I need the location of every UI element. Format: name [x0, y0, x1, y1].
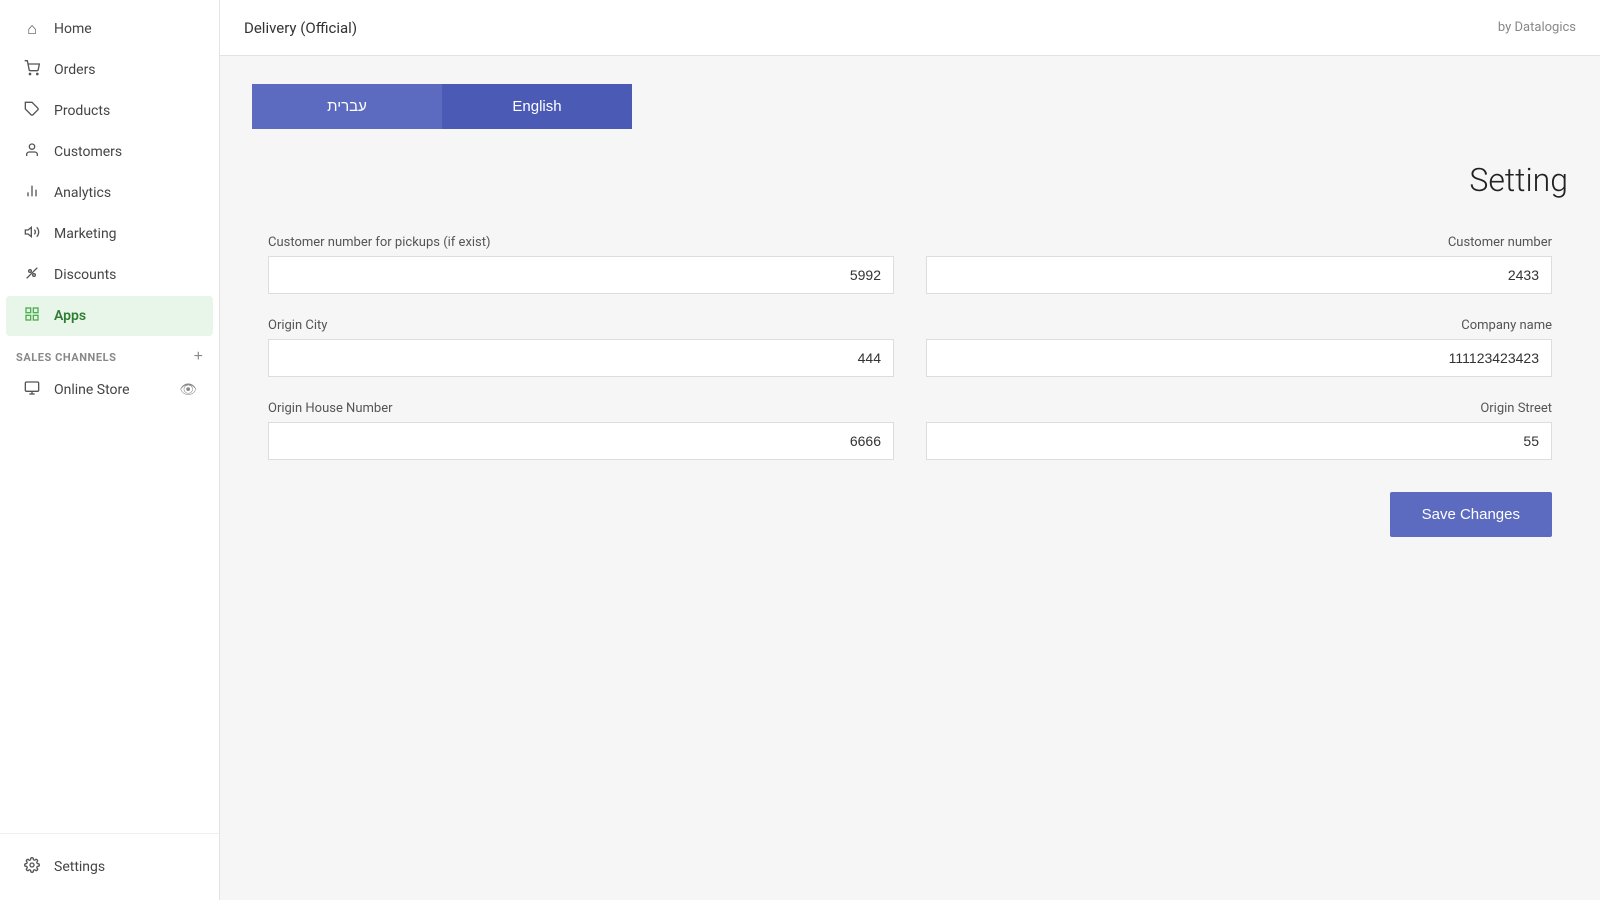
sidebar-item-label: Apps [54, 308, 86, 324]
sidebar-item-label: Customers [54, 144, 122, 160]
sidebar-item-marketing[interactable]: Marketing [6, 214, 213, 254]
sidebar-item-customers[interactable]: Customers [6, 132, 213, 172]
sidebar-item-apps[interactable]: Apps [6, 296, 213, 336]
label-customer-number: Customer number [926, 235, 1552, 250]
label-origin-street: Origin Street [926, 401, 1552, 416]
form-group-origin-house-number: Origin House Number [252, 389, 910, 472]
products-icon [22, 101, 42, 121]
form-group-customer-number: Customer number [910, 223, 1568, 306]
label-customer-number-pickups: Customer number for pickups (if exist) [268, 235, 894, 250]
form-group-customer-number-pickups: Customer number for pickups (if exist) [252, 223, 910, 306]
sidebar-item-settings[interactable]: Settings [6, 847, 213, 887]
hebrew-lang-button[interactable]: עברית [252, 84, 442, 129]
apps-icon [22, 306, 42, 326]
form-group-origin-street: Origin Street [910, 389, 1568, 472]
form-group-origin-city: Origin City [252, 306, 910, 389]
sales-channels-label: SALES CHANNELS [16, 351, 116, 364]
sidebar-item-label: Marketing [54, 226, 117, 242]
online-store-visibility-icon[interactable]: 👁 [179, 382, 197, 398]
sidebar-item-label: Home [54, 21, 92, 37]
sidebar-item-label: Analytics [54, 185, 111, 201]
add-sales-channel-button[interactable]: + [194, 349, 203, 365]
analytics-icon [22, 183, 42, 203]
home-icon: ⌂ [22, 19, 42, 39]
sidebar-item-analytics[interactable]: Analytics [6, 173, 213, 213]
sidebar-item-label: Products [54, 103, 110, 119]
customers-icon [22, 142, 42, 162]
label-origin-house-number: Origin House Number [268, 401, 894, 416]
sidebar-item-label: Orders [54, 62, 96, 78]
sidebar-item-label: Settings [54, 859, 105, 875]
setting-heading: Setting [252, 161, 1568, 199]
save-button-row: Save Changes [252, 472, 1568, 537]
page-subtitle: by Datalogics [1498, 20, 1576, 35]
form-group-company-name: Company name [910, 306, 1568, 389]
save-changes-button[interactable]: Save Changes [1390, 492, 1552, 537]
sidebar-item-home[interactable]: ⌂ Home [6, 9, 213, 49]
english-lang-button[interactable]: English [442, 84, 632, 129]
input-origin-city[interactable] [268, 339, 894, 377]
input-customer-number-pickups[interactable] [268, 256, 894, 294]
input-origin-house-number[interactable] [268, 422, 894, 460]
sidebar-item-label: Discounts [54, 267, 116, 283]
main-content: Delivery (Official) by Datalogics עברית … [220, 0, 1600, 900]
sidebar-item-online-store[interactable]: Online Store 👁 [6, 370, 213, 410]
discounts-icon [22, 265, 42, 285]
form-grid: Customer number for pickups (if exist) C… [252, 223, 1568, 472]
marketing-icon [22, 224, 42, 244]
page-title: Delivery (Official) [244, 19, 357, 37]
input-origin-street[interactable] [926, 422, 1552, 460]
content-area: עברית English Setting Customer number fo… [220, 56, 1600, 900]
top-bar: Delivery (Official) by Datalogics [220, 0, 1600, 56]
sales-channels-section: SALES CHANNELS + [0, 337, 219, 369]
input-customer-number[interactable] [926, 256, 1552, 294]
language-buttons: עברית English [252, 84, 632, 129]
sidebar-footer: Settings [0, 833, 219, 900]
orders-icon [22, 60, 42, 80]
label-origin-city: Origin City [268, 318, 894, 333]
sidebar-nav: ⌂ Home Orders Products Customers Analy [0, 0, 219, 833]
online-store-icon [22, 380, 42, 400]
settings-icon [22, 857, 42, 877]
label-company-name: Company name [926, 318, 1552, 333]
input-company-name[interactable] [926, 339, 1552, 377]
sidebar-item-label: Online Store [54, 382, 130, 398]
sidebar-item-products[interactable]: Products [6, 91, 213, 131]
sidebar: ⌂ Home Orders Products Customers Analy [0, 0, 220, 900]
sidebar-item-discounts[interactable]: Discounts [6, 255, 213, 295]
sidebar-item-orders[interactable]: Orders [6, 50, 213, 90]
